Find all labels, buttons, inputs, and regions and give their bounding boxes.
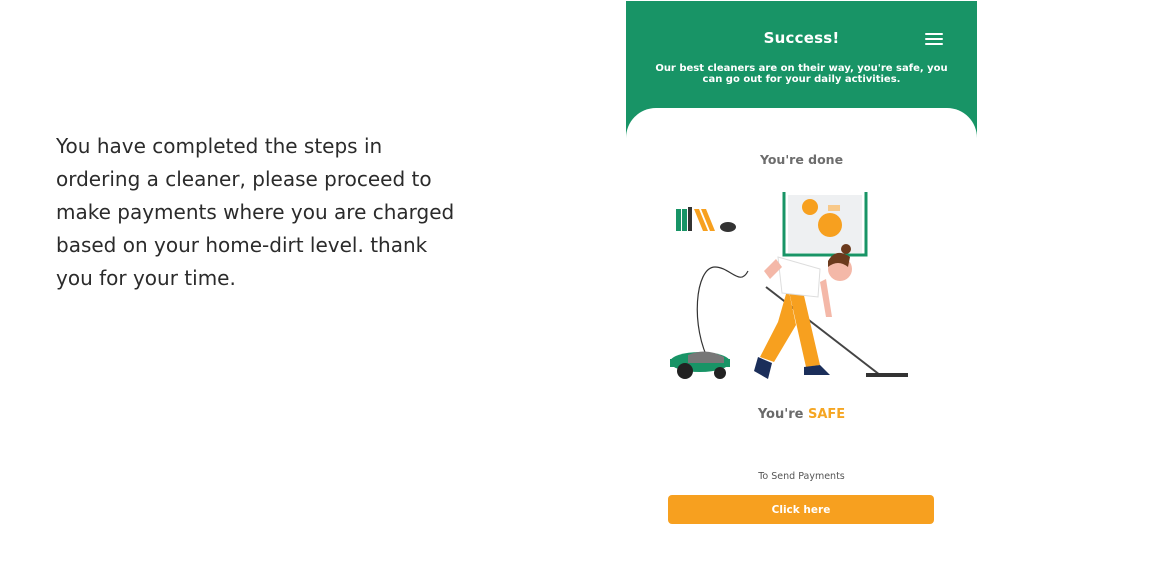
- illustration-svg: [670, 192, 908, 379]
- send-payments-label: To Send Payments: [758, 471, 845, 482]
- safe-prefix: You're: [757, 407, 804, 422]
- mobile-app-preview: Success! Our best cleaners are on their …: [626, 1, 977, 570]
- success-subtitle: Our best cleaners are on their way, you'…: [655, 63, 948, 85]
- hamburger-menu-icon[interactable]: [925, 33, 943, 45]
- click-here-button[interactable]: Click here: [668, 495, 934, 524]
- done-label: You're done: [759, 152, 844, 167]
- safe-highlight: SAFE: [807, 407, 846, 422]
- safe-label: You're SAFE: [626, 407, 977, 422]
- woman-vacuuming-illustration: [670, 187, 940, 391]
- intro-text: You have completed the steps in ordering…: [56, 134, 455, 290]
